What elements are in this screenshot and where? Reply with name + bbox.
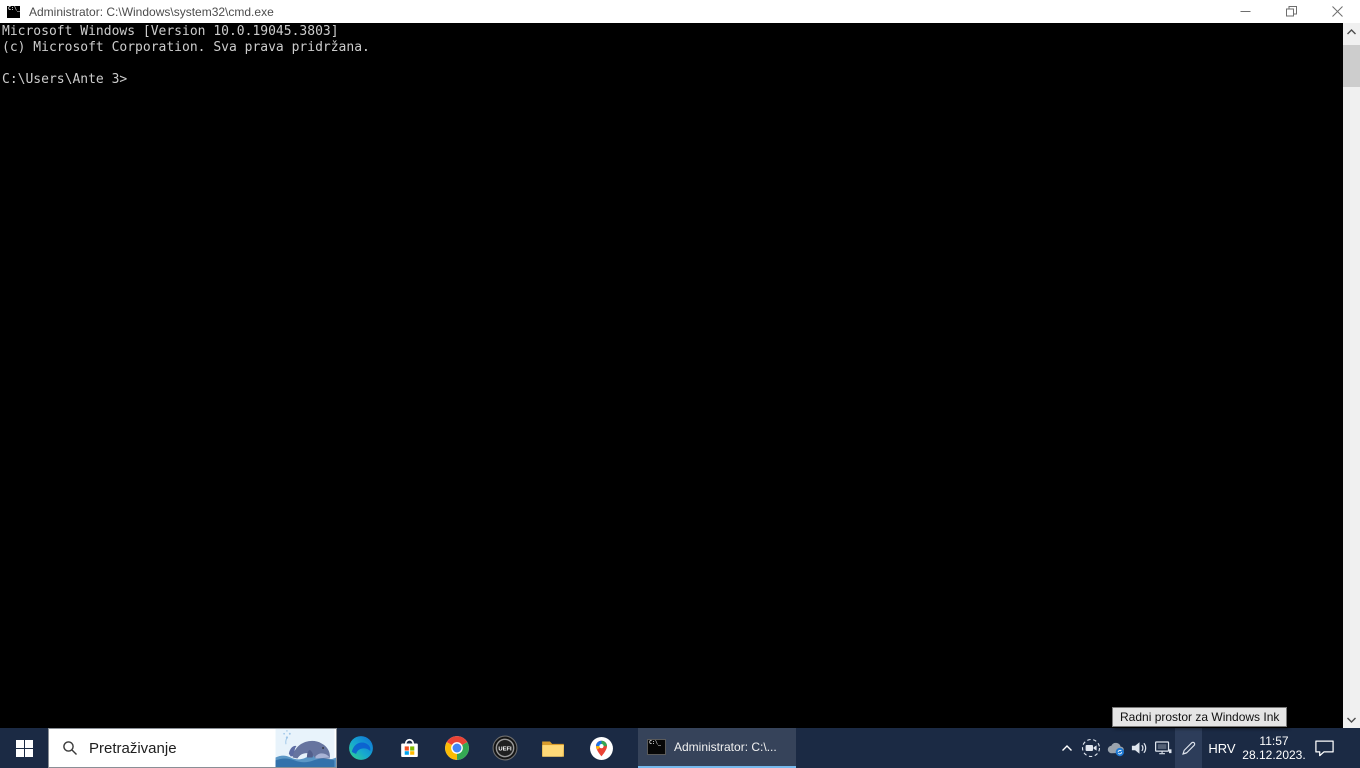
- close-icon: [1332, 6, 1343, 17]
- ethernet-network-icon: [1154, 740, 1173, 756]
- scroll-up-button[interactable]: [1343, 23, 1360, 40]
- taskbar-item-google-maps[interactable]: [577, 728, 625, 768]
- uefi-icon: UEFI: [492, 735, 518, 761]
- whale-illustration: [274, 729, 336, 767]
- show-hidden-icons-button[interactable]: [1055, 728, 1079, 768]
- taskbar-item-uefi-tool[interactable]: UEFI: [481, 728, 529, 768]
- start-button[interactable]: [0, 728, 48, 768]
- taskbar-item-cmd-active[interactable]: C:\_ Administrator: C:\...: [638, 728, 796, 768]
- windows-ink-workspace-button[interactable]: [1175, 728, 1202, 768]
- scroll-down-button[interactable]: [1343, 711, 1360, 728]
- language-indicator[interactable]: HRV: [1202, 728, 1242, 768]
- notification-bubble-icon: [1314, 739, 1335, 757]
- edge-icon: [348, 735, 374, 761]
- cmd-app-icon-glyph: C:\_: [7, 6, 20, 12]
- meet-now-button[interactable]: [1079, 728, 1103, 768]
- clock-time: 11:57: [1259, 734, 1288, 748]
- terminal-screen[interactable]: Microsoft Windows [Version 10.0.19045.38…: [0, 23, 1360, 728]
- restore-icon: [1286, 6, 1297, 17]
- close-button[interactable]: [1314, 0, 1360, 23]
- terminal-prompt-line: C:\Users\Ante 3>: [2, 72, 1340, 88]
- taskbar-item-file-explorer[interactable]: [529, 728, 577, 768]
- action-center-button[interactable]: [1306, 728, 1342, 768]
- cmd-app-icon[interactable]: C:\_: [7, 6, 20, 18]
- search-placeholder: Pretraživanje: [89, 740, 177, 757]
- terminal-line: [2, 56, 1340, 72]
- scrollbar-thumb[interactable]: [1343, 45, 1360, 87]
- system-tray: HRV 11:57 28.12.2023.: [1055, 728, 1342, 768]
- meet-now-camera-icon: [1081, 738, 1101, 758]
- search-box[interactable]: Pretraživanje: [48, 728, 337, 768]
- clock[interactable]: 11:57 28.12.2023.: [1242, 728, 1306, 768]
- google-maps-icon: [589, 736, 614, 761]
- restore-button[interactable]: [1268, 0, 1314, 23]
- taskbar-item-edge[interactable]: [337, 728, 385, 768]
- window-title: Administrator: C:\Windows\system32\cmd.e…: [29, 5, 274, 19]
- clock-date: 28.12.2023.: [1242, 748, 1305, 762]
- minimize-icon: [1240, 6, 1251, 17]
- cmd-icon: C:\_: [647, 739, 666, 755]
- microsoft-store-icon: [397, 736, 422, 761]
- window-controls: [1222, 0, 1360, 23]
- title-bar[interactable]: C:\_ Administrator: C:\Windows\system32\…: [0, 0, 1360, 23]
- onedrive-sync-button[interactable]: [1103, 728, 1127, 768]
- svg-text:UEFI: UEFI: [498, 746, 512, 752]
- terminal-line: Microsoft Windows [Version 10.0.19045.38…: [2, 24, 1340, 40]
- windows-logo-icon: [16, 740, 33, 757]
- network-button[interactable]: [1151, 728, 1175, 768]
- terminal-output: Microsoft Windows [Version 10.0.19045.38…: [2, 24, 1340, 88]
- scrollbar[interactable]: [1343, 23, 1360, 728]
- chrome-icon: [444, 735, 470, 761]
- chevron-down-icon: [1347, 717, 1356, 723]
- volume-button[interactable]: [1127, 728, 1151, 768]
- cloud-sync-icon: [1105, 740, 1126, 757]
- terminal-line: (c) Microsoft Corporation. Sva prava pri…: [2, 40, 1340, 56]
- windows-ink-tooltip: Radni prostor za Windows Ink: [1112, 707, 1287, 727]
- minimize-button[interactable]: [1222, 0, 1268, 23]
- taskbar: Pretraživanje: [0, 728, 1360, 768]
- active-task-label: Administrator: C:\...: [674, 740, 777, 754]
- screen: C:\_ Administrator: C:\Windows\system32\…: [0, 0, 1360, 768]
- search-icon: [62, 740, 78, 756]
- chevron-up-icon: [1347, 29, 1356, 35]
- taskbar-item-chrome[interactable]: [433, 728, 481, 768]
- file-explorer-icon: [540, 735, 566, 761]
- speaker-icon: [1130, 740, 1149, 756]
- taskbar-item-store[interactable]: [385, 728, 433, 768]
- taskbar-empty-area: [796, 728, 1055, 768]
- cmd-icon-glyph: C:\_: [648, 740, 665, 746]
- pen-icon: [1180, 740, 1197, 757]
- chevron-up-icon: [1061, 744, 1073, 752]
